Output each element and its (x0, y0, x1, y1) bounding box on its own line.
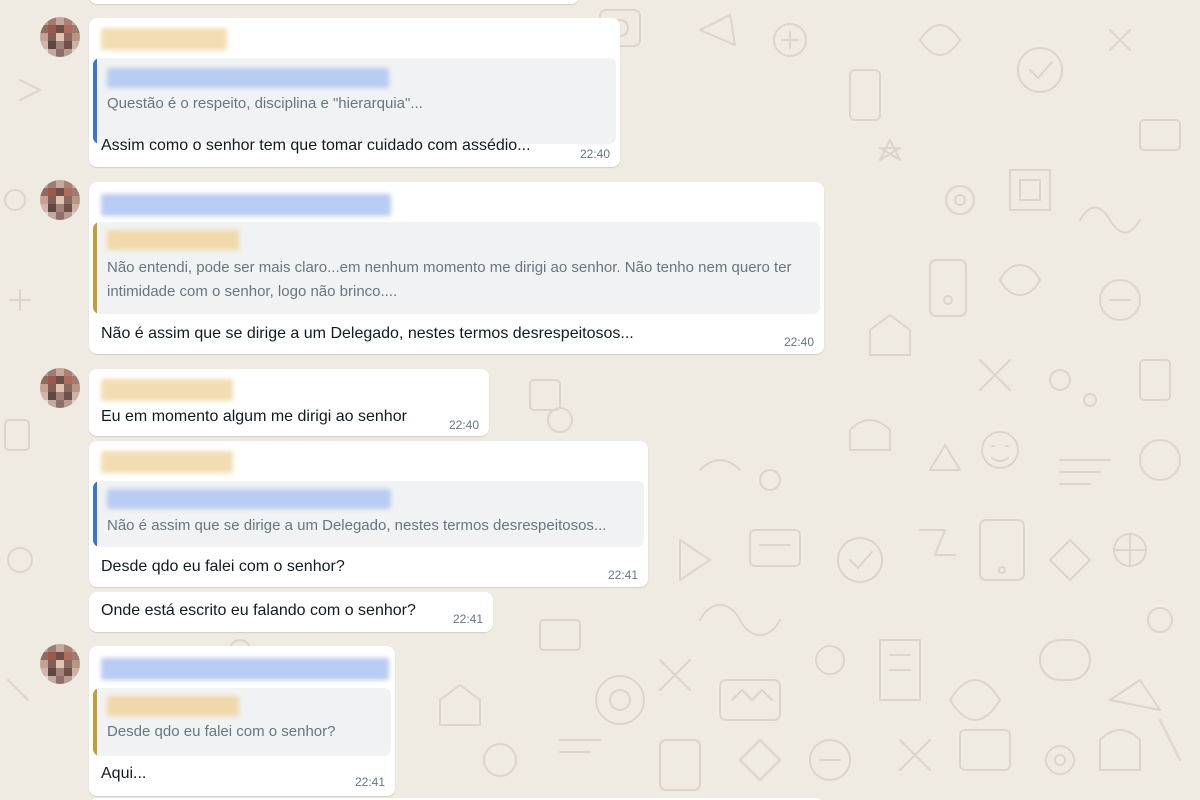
sender-name-redacted (101, 451, 233, 473)
sender-avatar[interactable] (40, 644, 80, 684)
quote-author-redacted (107, 696, 239, 716)
quote-author-redacted (107, 489, 391, 509)
quote-text: Não é assim que se dirige a um Delegado,… (107, 517, 607, 534)
sender-avatar[interactable] (40, 17, 80, 57)
message-text: Onde está escrito eu falando com o senho… (101, 602, 416, 619)
quote-bar (93, 58, 97, 144)
message-bubble[interactable]: Questão é o respeito, disciplina e "hier… (89, 18, 620, 167)
quoted-message[interactable]: Não é assim que se dirige a um Delegado,… (93, 481, 644, 547)
quoted-message[interactable]: Não entendi, pode ser mais claro...em ne… (93, 222, 820, 314)
message-text: Desde qdo eu falei com o senhor? (101, 558, 345, 575)
chat-message-list[interactable]: Questão é o respeito, disciplina e "hier… (0, 0, 1200, 800)
message-bubble[interactable]: Eu em momento algum me dirigi ao senhor … (89, 369, 489, 436)
quote-author-redacted (107, 230, 239, 250)
message-text: Eu em momento algum me dirigi ao senhor (101, 408, 407, 425)
message-text: Assim como o senhor tem que tomar cuidad… (101, 137, 531, 154)
message-bubble[interactable]: Não é assim que se dirige a um Delegado,… (89, 441, 648, 587)
sender-avatar[interactable] (40, 180, 80, 220)
quote-text: Não entendi, pode ser mais claro...em ne… (107, 259, 792, 300)
sender-name-redacted (101, 194, 391, 216)
quote-bar (93, 688, 97, 756)
quote-text: Desde qdo eu falei com o senhor? (107, 723, 336, 740)
quote-author-redacted (107, 68, 389, 88)
quote-text: Questão é o respeito, disciplina e "hier… (107, 95, 423, 112)
message-text: Não é assim que se dirige a um Delegado,… (101, 325, 634, 342)
message-time: 22:40 (783, 335, 814, 349)
message-time: 22:41 (452, 612, 483, 626)
sender-name-redacted (101, 379, 233, 401)
previous-message-bubble[interactable] (89, 0, 579, 4)
message-text: Aqui... (101, 765, 147, 782)
message-bubble[interactable]: Onde está escrito eu falando com o senho… (89, 592, 493, 632)
quote-bar (93, 481, 97, 547)
message-time: 22:41 (354, 775, 385, 789)
sender-avatar[interactable] (40, 368, 80, 408)
quote-bar (93, 222, 97, 314)
message-time: 22:41 (607, 568, 638, 582)
message-bubble[interactable]: Desde qdo eu falei com o senhor? Aqui...… (89, 646, 395, 796)
sender-name-redacted (101, 658, 389, 680)
message-time: 22:40 (579, 147, 610, 161)
quoted-message[interactable]: Desde qdo eu falei com o senhor? (93, 688, 391, 756)
message-bubble[interactable]: Não entendi, pode ser mais claro...em ne… (89, 182, 824, 354)
message-time: 22:40 (448, 418, 479, 432)
quoted-message[interactable]: Questão é o respeito, disciplina e "hier… (93, 58, 616, 144)
sender-name-redacted (101, 28, 227, 50)
